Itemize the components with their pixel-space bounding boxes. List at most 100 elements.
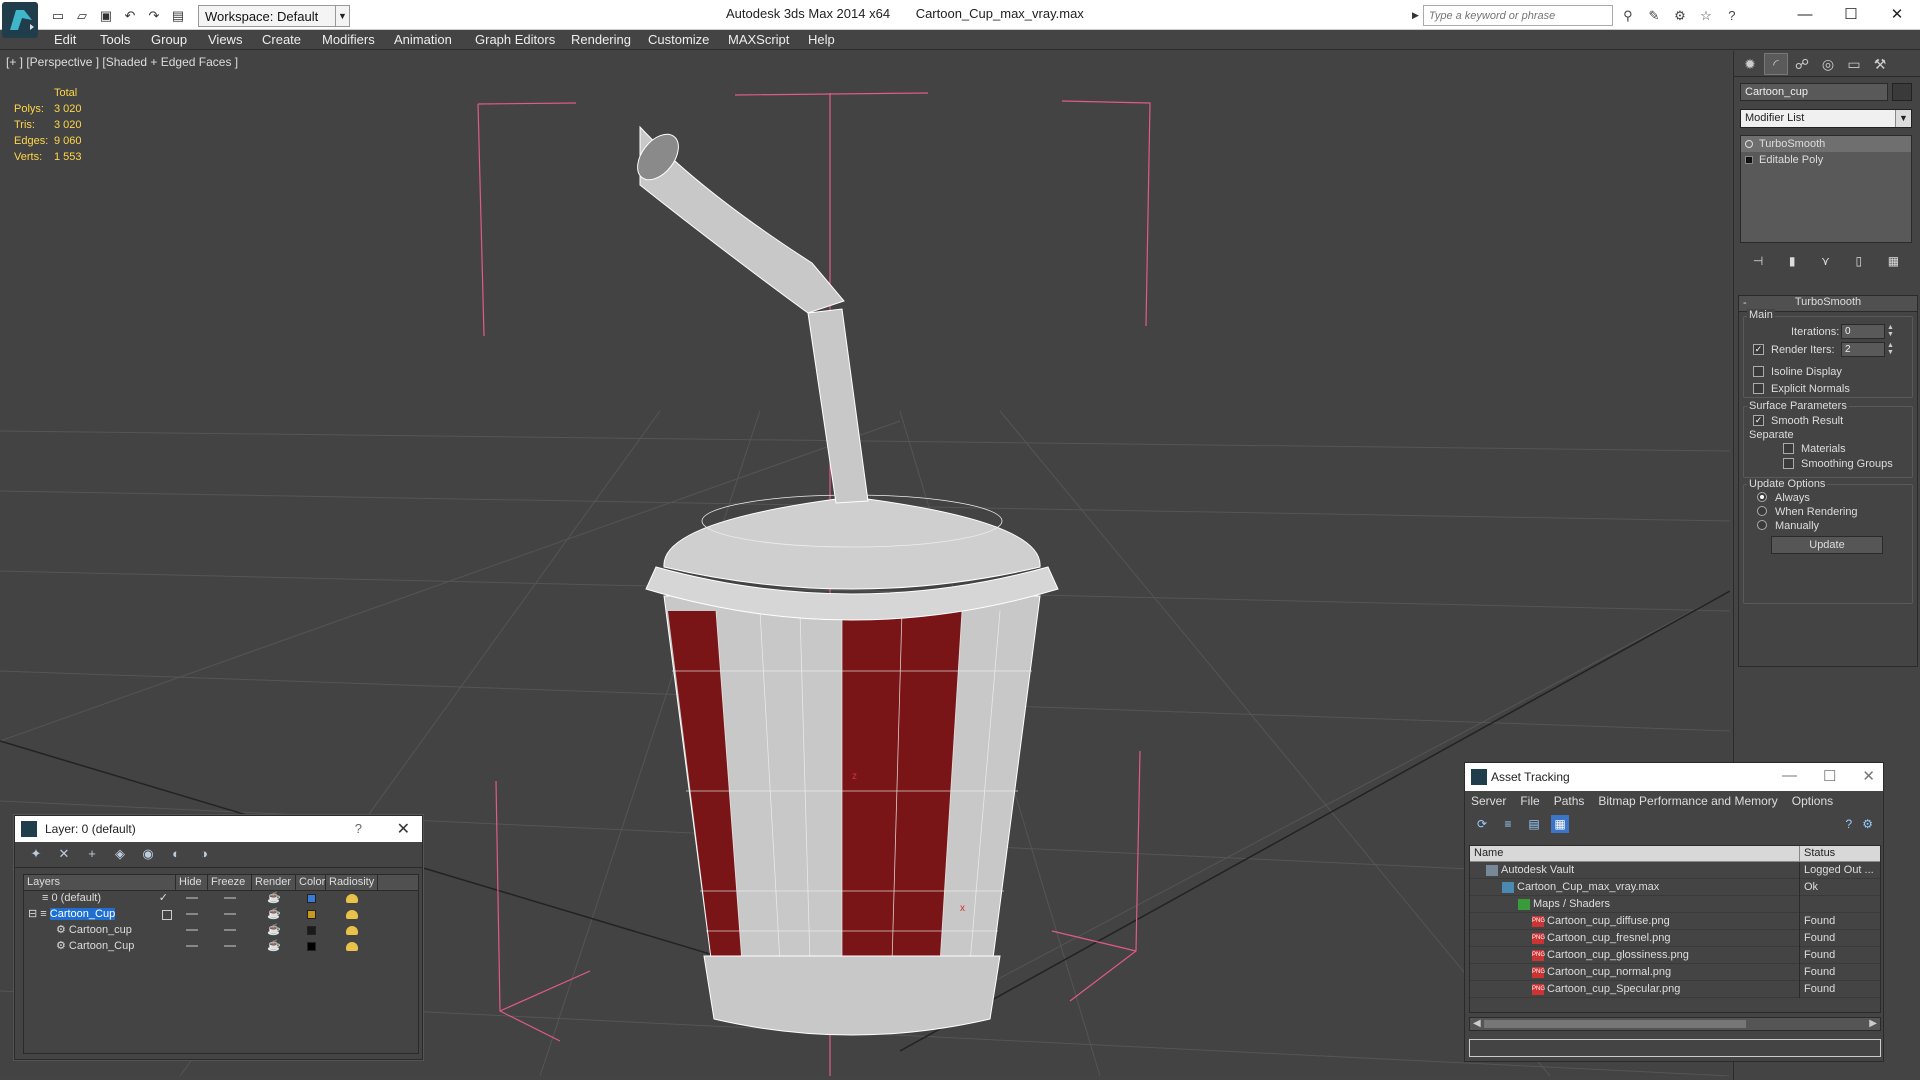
menu-graph-editors[interactable]: Graph Editors	[475, 32, 555, 47]
close-button[interactable]: ✕	[1862, 767, 1875, 785]
show-end-result-icon[interactable]: ▮	[1789, 254, 1796, 268]
list-view-icon[interactable]: ≡	[1499, 815, 1517, 833]
add-selected-icon[interactable]: +	[83, 846, 101, 864]
render-teapot-icon[interactable]: ☕	[252, 939, 296, 955]
keyword-search-input[interactable]	[1422, 5, 1613, 26]
freeze-toggle[interactable]	[208, 923, 252, 939]
save-file-icon[interactable]: ▣	[96, 6, 116, 26]
app-logo-menu-button[interactable]	[2, 2, 38, 38]
layer-row[interactable]: ⚙ Cartoon_Cup ☕	[24, 939, 418, 955]
asset-row[interactable]: Autodesk Vault Logged Out ...	[1470, 861, 1880, 879]
stack-item-turbosmooth[interactable]: TurboSmooth	[1741, 136, 1911, 152]
asset-row[interactable]: PNG Cartoon_cup_normal.png Found	[1470, 963, 1880, 981]
object-color-swatch[interactable]	[1892, 83, 1912, 101]
radiosity-icon[interactable]	[326, 939, 378, 955]
col-status[interactable]: Status	[1800, 846, 1880, 861]
col-hide[interactable]: Hide	[176, 875, 208, 890]
settings-icon[interactable]: ⚙	[1862, 817, 1873, 831]
motion-tab-icon[interactable]: ◎	[1816, 53, 1840, 75]
hide-toggle[interactable]	[176, 907, 208, 923]
render-teapot-icon[interactable]: ☕	[252, 923, 296, 939]
scroll-right-icon[interactable]: ▶	[1869, 1018, 1877, 1029]
binoculars-icon[interactable]: ⚲	[1617, 6, 1639, 26]
menu-views[interactable]: Views	[208, 32, 242, 47]
redo-icon[interactable]: ↷	[144, 6, 164, 26]
modifier-list-dropdown[interactable]: Modifier List ▼	[1740, 109, 1912, 128]
menu-modifiers[interactable]: Modifiers	[322, 32, 375, 47]
refresh-icon[interactable]: ⟳	[1473, 815, 1491, 833]
explicit-normals-checkbox[interactable]	[1753, 383, 1764, 394]
col-radiosity[interactable]: Radiosity	[326, 875, 378, 890]
make-unique-icon[interactable]: ⋎	[1821, 254, 1830, 268]
layer-window-titlebar[interactable]: Layer: 0 (default) ? ✕	[15, 816, 422, 842]
help-icon[interactable]: ?	[1721, 6, 1743, 26]
render-iters-checkbox[interactable]: ✓	[1753, 344, 1764, 355]
scrollbar-thumb[interactable]	[1484, 1020, 1746, 1028]
layer-row[interactable]: ⚙ Cartoon_cup ☕	[24, 923, 418, 939]
collapse-icon[interactable]: ⊟	[28, 908, 40, 920]
iterations-spinner[interactable]: 0	[1841, 324, 1885, 339]
render-teapot-icon[interactable]: ☕	[252, 907, 296, 923]
asset-path-field[interactable]	[1469, 1039, 1881, 1057]
menu-options[interactable]: Options	[1792, 794, 1833, 808]
render-teapot-icon[interactable]: ☕	[252, 891, 296, 907]
lightbulb-icon[interactable]	[1745, 140, 1753, 148]
expand-arrow-icon[interactable]: ▶	[1412, 10, 1419, 21]
layer-color-swatch[interactable]	[296, 891, 326, 907]
menu-help[interactable]: Help	[808, 32, 835, 47]
highlight-layer-icon[interactable]: ◉	[139, 846, 157, 864]
menu-server[interactable]: Server	[1471, 794, 1506, 808]
display-tab-monitor-icon[interactable]: ▭	[1842, 53, 1866, 75]
menu-animation[interactable]: Animation	[394, 32, 452, 47]
object-name-field[interactable]: Cartoon_cup	[1740, 83, 1888, 101]
manually-radio[interactable]	[1757, 520, 1767, 530]
radiosity-icon[interactable]	[326, 907, 378, 923]
layer-row[interactable]: ≡ 0 (default) ✓ ☕	[24, 891, 418, 907]
freeze-toggle[interactable]	[208, 891, 252, 907]
hide-toggle[interactable]	[176, 923, 208, 939]
hide-all-icon[interactable]: ◐	[167, 846, 185, 864]
horizontal-scrollbar[interactable]: ◀ ▶	[1469, 1017, 1881, 1031]
asset-row[interactable]: PNG Cartoon_cup_diffuse.png Found	[1470, 912, 1880, 930]
smooth-result-checkbox[interactable]: ✓	[1753, 415, 1764, 426]
create-tab-sun-icon[interactable]: ✹	[1738, 53, 1762, 75]
maximize-button[interactable]: ☐	[1828, 0, 1874, 28]
menu-group[interactable]: Group	[151, 32, 187, 47]
close-icon[interactable]: ✕	[397, 819, 410, 839]
remove-modifier-trash-icon[interactable]: ▯	[1856, 254, 1863, 268]
minimize-button[interactable]: —	[1782, 0, 1828, 28]
radiosity-icon[interactable]	[326, 891, 378, 907]
col-freeze[interactable]: Freeze	[208, 875, 252, 890]
asset-row[interactable]: Cartoon_Cup_max_vray.max Ok	[1470, 878, 1880, 896]
create-layer-icon[interactable]: ✦	[27, 846, 45, 864]
expand-square-icon[interactable]	[1745, 156, 1753, 164]
help-icon[interactable]: ?	[1846, 817, 1853, 831]
layer-color-swatch[interactable]	[296, 923, 326, 939]
hierarchy-tab-icon[interactable]: ☍	[1790, 53, 1814, 75]
delete-layer-icon[interactable]: ✕	[55, 846, 73, 864]
layer-row[interactable]: ⊟ ≡ Cartoon_Cup ☕	[24, 907, 418, 923]
communication-center-icon[interactable]: ✎	[1643, 6, 1665, 26]
freeze-toggle[interactable]	[208, 939, 252, 955]
stack-item-editable-poly[interactable]: Editable Poly	[1741, 152, 1911, 168]
menu-maxscript[interactable]: MAXScript	[728, 32, 789, 47]
col-render[interactable]: Render	[252, 875, 296, 890]
freeze-toggle[interactable]	[208, 907, 252, 923]
hide-toggle[interactable]	[176, 891, 208, 907]
asset-row[interactable]: PNG Cartoon_cup_fresnel.png Found	[1470, 929, 1880, 947]
menu-bitmap-performance[interactable]: Bitmap Performance and Memory	[1598, 794, 1777, 808]
project-folder-icon[interactable]: ▤	[168, 6, 188, 26]
active-check-icon[interactable]: ✓	[159, 891, 168, 906]
asset-row[interactable]: PNG Cartoon_cup_glossiness.png Found	[1470, 946, 1880, 964]
freeze-all-icon[interactable]: ◑	[195, 846, 213, 864]
help-icon[interactable]: ?	[355, 821, 362, 836]
favorites-star-icon[interactable]: ☆	[1695, 6, 1717, 26]
set-current-box[interactable]	[162, 910, 172, 920]
radiosity-icon[interactable]	[326, 923, 378, 939]
col-color[interactable]: Color	[296, 875, 326, 890]
menu-file[interactable]: File	[1520, 794, 1539, 808]
close-button[interactable]: ✕	[1874, 0, 1920, 28]
spinner-arrows-icon[interactable]: ▲ ▼	[1887, 342, 1895, 357]
tree-view-icon[interactable]: ▤	[1525, 815, 1543, 833]
table-view-icon[interactable]: ▦	[1551, 815, 1569, 833]
